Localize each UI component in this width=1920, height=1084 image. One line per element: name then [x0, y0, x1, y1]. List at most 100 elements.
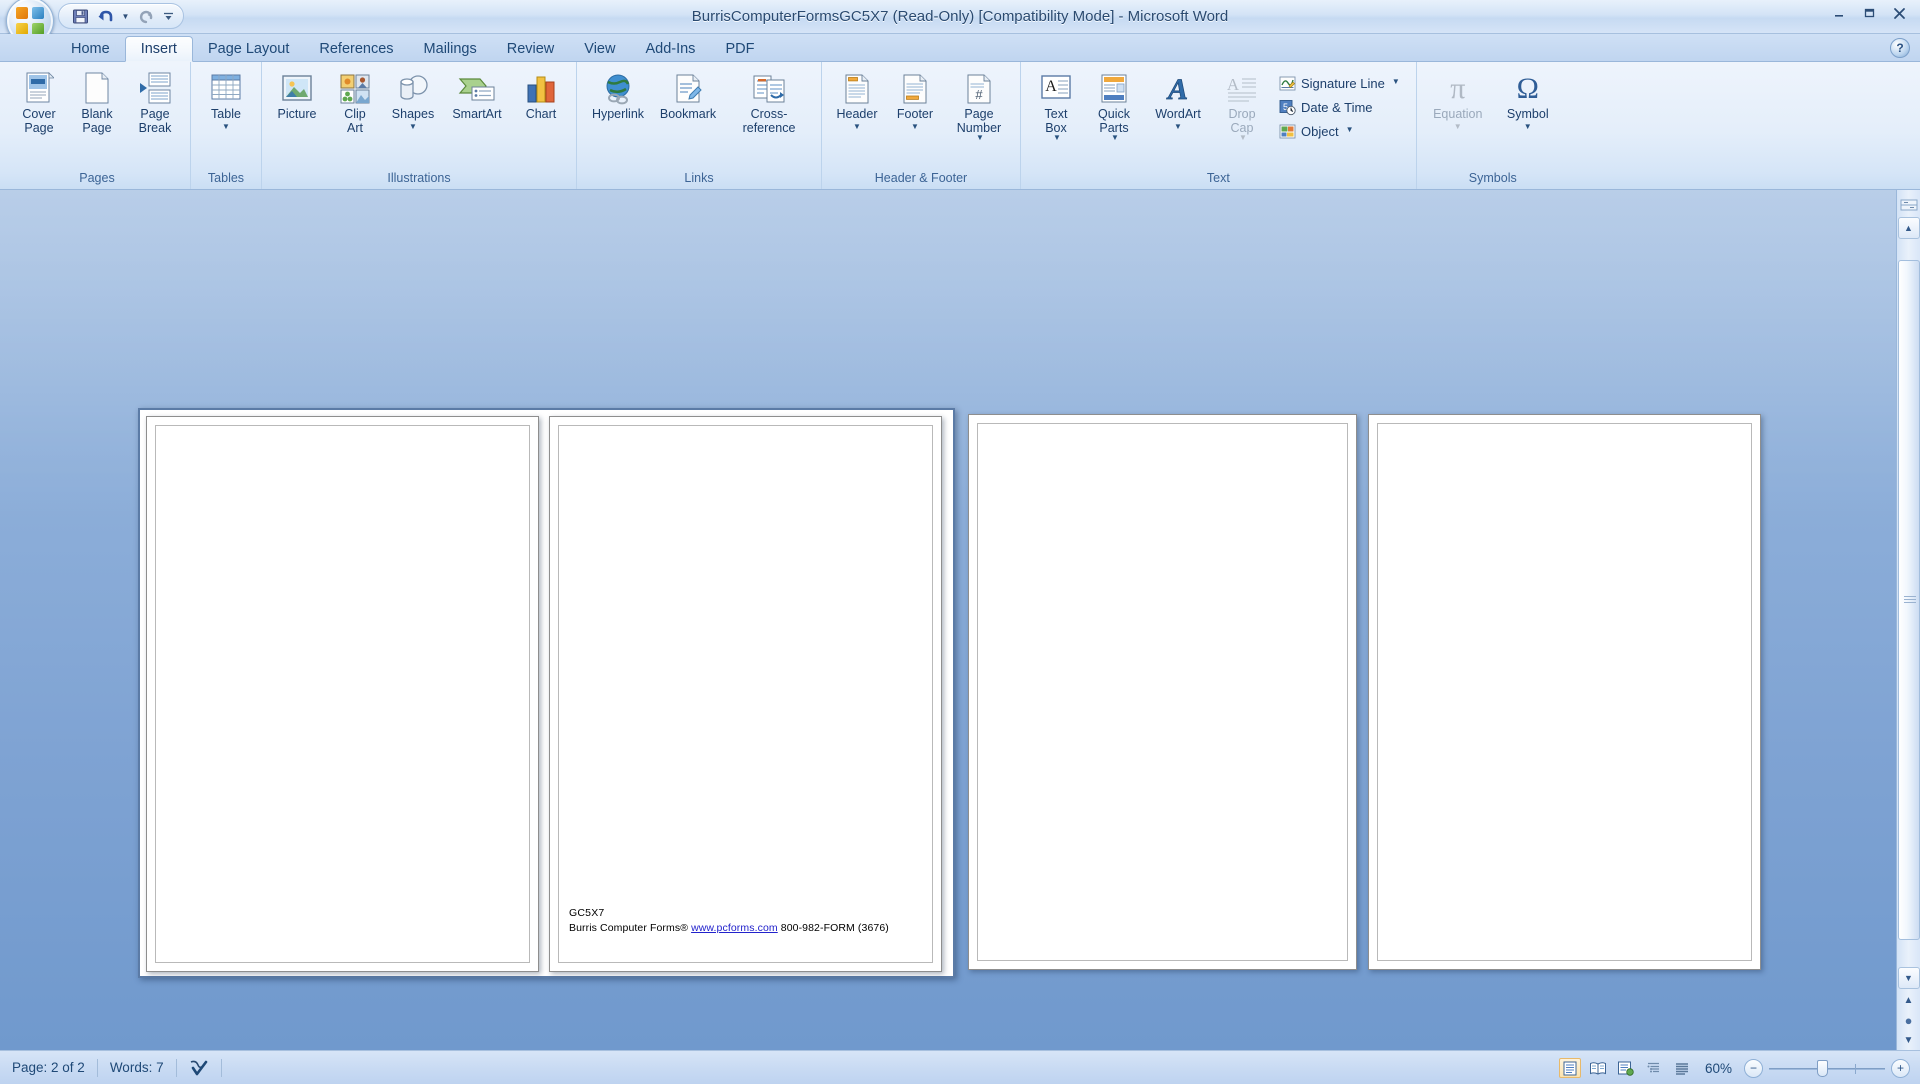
scroll-up-button[interactable]: ▲	[1897, 217, 1920, 239]
zoom-slider[interactable]	[1769, 1059, 1885, 1078]
cross-reference-button[interactable]: Cross-reference	[723, 68, 815, 136]
picture-label: Picture	[277, 107, 317, 121]
scroll-down-button[interactable]: ▼	[1897, 967, 1920, 989]
equation-button[interactable]: π Equation ▼	[1423, 68, 1493, 132]
wordart-button[interactable]: A WordArt ▼	[1143, 68, 1213, 132]
select-browse-object-button[interactable]: ●	[1898, 1010, 1920, 1030]
group-label-pages: Pages	[79, 171, 115, 185]
table-button[interactable]: Table ▼	[197, 68, 255, 132]
undo-dropdown-button[interactable]: ▼	[119, 6, 132, 26]
zoom-slider-handle[interactable]	[1817, 1059, 1828, 1077]
pcforms-hyperlink[interactable]: www.pcforms.com	[691, 922, 778, 934]
clip-art-label: Clip Art	[344, 107, 366, 135]
view-web-layout-button[interactable]	[1615, 1058, 1637, 1078]
minimize-button[interactable]	[1826, 4, 1852, 22]
scrollbar-thumb[interactable]	[1897, 260, 1920, 940]
tab-references[interactable]: References	[304, 36, 408, 62]
zoom-out-button[interactable]: −	[1744, 1058, 1763, 1078]
table-icon	[209, 72, 243, 106]
signature-line-button[interactable]: Signature Line ▼	[1277, 73, 1406, 94]
quick-access-toolbar: ▼	[58, 3, 184, 29]
save-button[interactable]	[69, 6, 91, 26]
zoom-in-button[interactable]: +	[1891, 1058, 1910, 1078]
quick-parts-button[interactable]: Quick Parts ▼	[1085, 68, 1143, 145]
tab-review[interactable]: Review	[492, 36, 570, 62]
view-draft-button[interactable]	[1671, 1058, 1693, 1078]
page-1[interactable]	[146, 416, 539, 972]
tab-pdf[interactable]: PDF	[710, 36, 769, 62]
chevron-down-icon[interactable]: ▼	[853, 122, 861, 131]
word-count-indicator[interactable]: Words: 7	[98, 1057, 176, 1079]
customize-quick-access-toolbar-button[interactable]	[160, 6, 176, 26]
restore-button[interactable]	[1856, 4, 1882, 22]
undo-button[interactable]	[94, 6, 116, 26]
scrollbar-track[interactable]	[1897, 240, 1920, 966]
previous-page-button[interactable]: ▲	[1898, 990, 1920, 1010]
hyperlink-button[interactable]: Hyperlink	[583, 68, 653, 123]
ribbon-group-tables: Table ▼ Tables	[190, 62, 261, 189]
ribbon-group-pages: Cover Page Blank Page Page Break Pages	[4, 62, 190, 189]
tab-add-ins[interactable]: Add-Ins	[630, 36, 710, 62]
table-label: Table	[211, 107, 241, 121]
chart-button[interactable]: Chart	[512, 68, 570, 123]
tab-page-layout[interactable]: Page Layout	[193, 36, 304, 62]
text-box-button[interactable]: A Text Box ▼	[1027, 68, 1085, 145]
wordart-label: WordArt	[1155, 107, 1201, 121]
page-4-text-frame	[1377, 423, 1752, 961]
next-page-button[interactable]: ▼	[1898, 1030, 1920, 1050]
zoom-slider-tick	[1855, 1063, 1856, 1074]
cover-page-button[interactable]: Cover Page	[10, 68, 68, 136]
chevron-down-icon[interactable]: ▼	[1239, 133, 1247, 142]
chevron-down-icon[interactable]: ▼	[1346, 125, 1354, 134]
object-button[interactable]: Object ▼	[1277, 121, 1406, 142]
picture-button[interactable]: Picture	[268, 68, 326, 123]
split-window-handle[interactable]	[1898, 194, 1920, 216]
page-spread-left[interactable]: GC5X7 Burris Computer Forms® www.pcforms…	[138, 408, 955, 978]
chevron-down-icon[interactable]: ▼	[1454, 122, 1462, 131]
redo-button[interactable]	[135, 6, 157, 26]
proofing-errors-button[interactable]	[177, 1057, 221, 1079]
blank-page-button[interactable]: Blank Page	[68, 68, 126, 136]
page-indicator[interactable]: Page: 2 of 2	[0, 1057, 97, 1079]
document-canvas[interactable]: GC5X7 Burris Computer Forms® www.pcforms…	[0, 190, 1920, 1050]
page-2[interactable]: GC5X7 Burris Computer Forms® www.pcforms…	[549, 416, 942, 972]
chevron-down-icon[interactable]: ▼	[1053, 133, 1061, 142]
clip-art-icon	[339, 72, 371, 106]
phone-number-text: 800-982-FORM (3676)	[777, 922, 889, 934]
chevron-down-icon[interactable]: ▼	[1392, 77, 1400, 86]
signature-line-icon	[1279, 75, 1296, 92]
chevron-down-icon[interactable]: ▼	[409, 122, 417, 131]
tab-mailings[interactable]: Mailings	[409, 36, 492, 62]
help-icon[interactable]: ?	[1890, 38, 1910, 58]
chevron-down-icon[interactable]: ▼	[1524, 122, 1532, 131]
svg-text:#: #	[975, 87, 983, 102]
tab-home[interactable]: Home	[56, 36, 125, 62]
chevron-down-icon[interactable]: ▼	[911, 122, 919, 131]
chevron-down-icon[interactable]: ▼	[976, 133, 984, 142]
page-4[interactable]	[1368, 414, 1761, 970]
page-break-button[interactable]: Page Break	[126, 68, 184, 136]
page-number-button[interactable]: # Page Number ▼	[944, 68, 1014, 145]
symbol-button[interactable]: Ω Symbol ▼	[1493, 68, 1563, 132]
chevron-down-icon[interactable]: ▼	[1111, 133, 1119, 142]
view-full-screen-reading-button[interactable]	[1587, 1058, 1609, 1078]
drop-cap-button[interactable]: A Drop Cap ▼	[1213, 68, 1271, 145]
vertical-scrollbar[interactable]: ▲ ▼ ▲ ● ▼	[1896, 190, 1920, 1050]
chevron-down-icon[interactable]: ▼	[222, 122, 230, 131]
smartart-button[interactable]: SmartArt	[442, 68, 512, 123]
date-time-button[interactable]: 5 Date & Time	[1277, 97, 1406, 118]
zoom-level-label[interactable]: 60%	[1699, 1061, 1738, 1076]
footer-button[interactable]: Footer ▼	[886, 68, 944, 132]
close-button[interactable]	[1886, 4, 1912, 22]
tab-view[interactable]: View	[569, 36, 630, 62]
bookmark-button[interactable]: Bookmark	[653, 68, 723, 123]
view-outline-button[interactable]	[1643, 1058, 1665, 1078]
tab-insert[interactable]: Insert	[124, 36, 193, 62]
shapes-button[interactable]: Shapes ▼	[384, 68, 442, 132]
clip-art-button[interactable]: Clip Art	[326, 68, 384, 136]
chevron-down-icon[interactable]: ▼	[1174, 122, 1182, 131]
header-button[interactable]: Header ▼	[828, 68, 886, 132]
page-3[interactable]	[968, 414, 1357, 970]
view-print-layout-button[interactable]	[1558, 1058, 1581, 1078]
blank-page-label: Blank Page	[81, 107, 113, 135]
